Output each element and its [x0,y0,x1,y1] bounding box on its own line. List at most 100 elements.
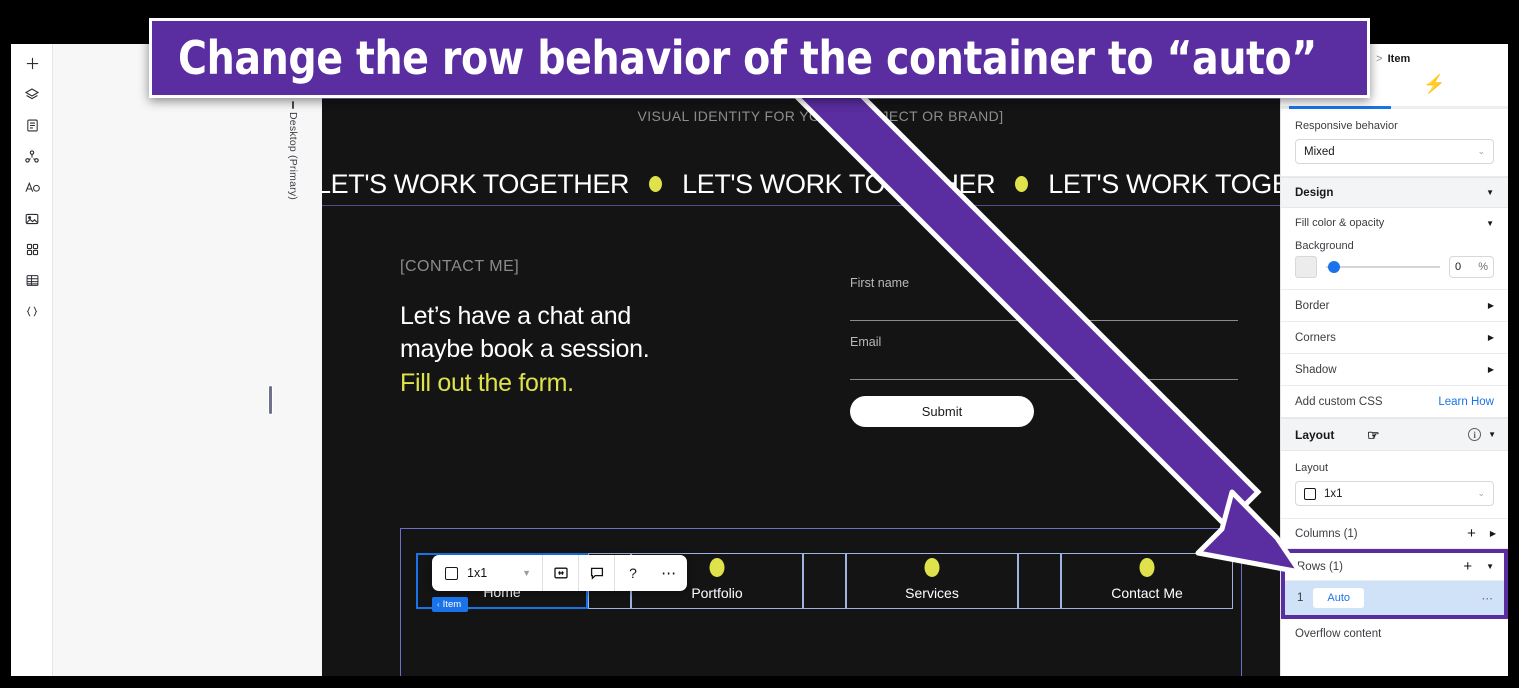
image-icon[interactable] [11,203,53,234]
color-swatch[interactable] [1295,256,1317,278]
corners-row[interactable]: Corners ▶ [1281,322,1508,354]
custom-css-label: Add custom CSS [1295,395,1383,408]
border-row[interactable]: Border ▶ [1281,290,1508,322]
element-toolbar[interactable]: 1x1 ▼ ? ⋯ [432,555,688,591]
canvas-resize-handle-left[interactable] [268,385,273,415]
menu-item-contact-me[interactable]: Contact Me [1061,553,1233,609]
layout-section-title: Layout [1295,427,1335,442]
layout-select[interactable]: 1x1 ⌄ [1295,481,1494,506]
more-icon[interactable]: ⋯ [651,555,687,591]
canvas-area[interactable]: Desktop (Primary) VISUAL IDENTITY FOR YO… [53,44,1319,676]
responsive-behavior-value: Mixed [1304,145,1335,158]
menu-item-label: Services [905,585,959,601]
item-badge-label: Item [442,599,462,610]
design-section-title: Design [1295,186,1334,199]
chevron-right-icon: ▶ [1487,333,1494,342]
selected-container[interactable]: Home Portfolio Services Contact Me [400,528,1242,676]
website-preview[interactable]: VISUAL IDENTITY FOR YOUR [PROJECT OR BRA… [322,98,1319,676]
first-name-input[interactable] [850,320,1238,321]
chevron-right-icon[interactable]: ▶ [1490,529,1496,538]
first-name-label: First name [850,276,910,290]
contact-section: [CONTACT ME] Let’s have a chat and maybe… [400,258,1240,427]
page-icon[interactable] [11,110,53,141]
layers-icon[interactable] [11,79,53,110]
marquee-dot-icon [1015,176,1029,192]
square-icon [1304,487,1316,500]
chevron-down-icon: ▼ [1486,188,1494,197]
comment-icon[interactable] [579,555,616,591]
flower-icon [709,558,725,577]
opacity-unit: % [1478,261,1488,273]
contact-heading: Let’s have a chat and maybe book a sessi… [400,300,800,400]
site-kicker: VISUAL IDENTITY FOR YOUR [PROJECT OR BRA… [637,108,1004,124]
shadow-label: Shadow [1295,363,1337,376]
add-row-icon[interactable]: + [1463,559,1472,574]
row-item-1[interactable]: 1 Auto ⋯ [1285,581,1504,615]
contact-heading-line1: Let’s have a chat and [400,302,631,330]
apps-icon[interactable] [11,141,53,172]
row-more-icon[interactable]: ⋯ [1482,591,1495,605]
annotation-banner-text: Change the row behavior of the container… [178,31,1317,85]
chevron-down-icon[interactable]: ▼ [1486,219,1494,228]
layout-preset-value: 1x1 [467,566,488,580]
stretch-icon[interactable] [543,555,580,591]
slider-knob[interactable] [1328,261,1340,273]
shadow-row[interactable]: Shadow ▶ [1281,354,1508,386]
flower-icon [924,558,940,577]
marquee-dot-icon [649,176,663,192]
left-icon-rail [11,44,53,676]
app-window: Desktop (Primary) VISUAL IDENTITY FOR YO… [11,44,1508,676]
breadcrumb-current[interactable]: Item [1388,53,1411,65]
rows-highlight-block: Rows (1) + ▼ 1 Auto ⋯ [1281,549,1508,619]
layout-preset-dropdown[interactable]: 1x1 ▼ [432,555,544,591]
custom-css-row[interactable]: Add custom CSS Learn How [1281,386,1508,418]
layout-section-header[interactable]: Layout ☞ i ▼ [1281,418,1508,451]
add-column-icon[interactable]: + [1467,526,1476,541]
overflow-content-row[interactable]: Overflow content [1281,619,1508,649]
submit-button[interactable]: Submit [850,396,1034,427]
overflow-content-label: Overflow content [1295,628,1382,640]
more-glyph: ⋯ [661,565,678,582]
chevron-down-icon[interactable]: ▼ [1486,562,1494,571]
responsive-behavior-label: Responsive behavior [1295,120,1398,132]
item-badge[interactable]: ‹ Item [432,597,469,612]
border-label: Border [1295,299,1330,312]
opacity-input[interactable]: 0 % [1449,256,1494,278]
opacity-value: 0 [1455,261,1462,273]
monitor-icon [292,101,294,109]
columns-row[interactable]: Columns (1) + ▶ [1281,519,1508,549]
learn-how-link[interactable]: Learn How [1438,396,1494,408]
panel-tabbar[interactable] [1281,106,1508,109]
row-behavior-value[interactable]: Auto [1313,588,1365,608]
lightning-bolt-icon[interactable]: ⚡ [1423,74,1445,95]
help-icon[interactable]: ? [615,555,651,591]
code-icon[interactable] [11,296,53,327]
marquee-text: LET'S WORK TOGETHER [322,168,630,199]
chevron-down-icon: ⌄ [1477,488,1485,498]
chevron-right-icon: ▶ [1487,365,1494,374]
breadcrumb-separator: > [1376,53,1383,65]
plus-icon[interactable] [11,48,53,79]
layout-label: Layout [1295,462,1329,474]
flower-icon [1139,558,1155,577]
menu-item-services[interactable]: Services [846,553,1018,609]
design-section-header[interactable]: Design ▼ [1281,177,1508,208]
menu-gap-cell [1018,553,1061,609]
info-icon[interactable]: i [1468,428,1482,441]
text-icon[interactable] [11,172,53,203]
table-icon[interactable] [11,265,53,296]
fill-color-group: Fill color & opacity ▼ Background 0 % [1281,208,1508,290]
responsive-behavior-select[interactable]: Mixed ⌄ [1295,139,1494,164]
background-controls: 0 % [1295,252,1494,289]
email-input[interactable] [850,379,1238,380]
square-icon [445,566,458,580]
layout-value: 1x1 [1324,487,1343,500]
blocks-icon[interactable] [11,234,53,265]
rows-header[interactable]: Rows (1) + ▼ [1285,553,1504,581]
active-tab-indicator [1289,106,1391,109]
columns-label: Columns (1) [1295,527,1358,540]
email-label: Email [850,335,882,349]
opacity-slider[interactable] [1326,256,1440,278]
menu-item-label: Contact Me [1111,585,1183,601]
screenshot-frame: Desktop (Primary) VISUAL IDENTITY FOR YO… [0,0,1519,688]
